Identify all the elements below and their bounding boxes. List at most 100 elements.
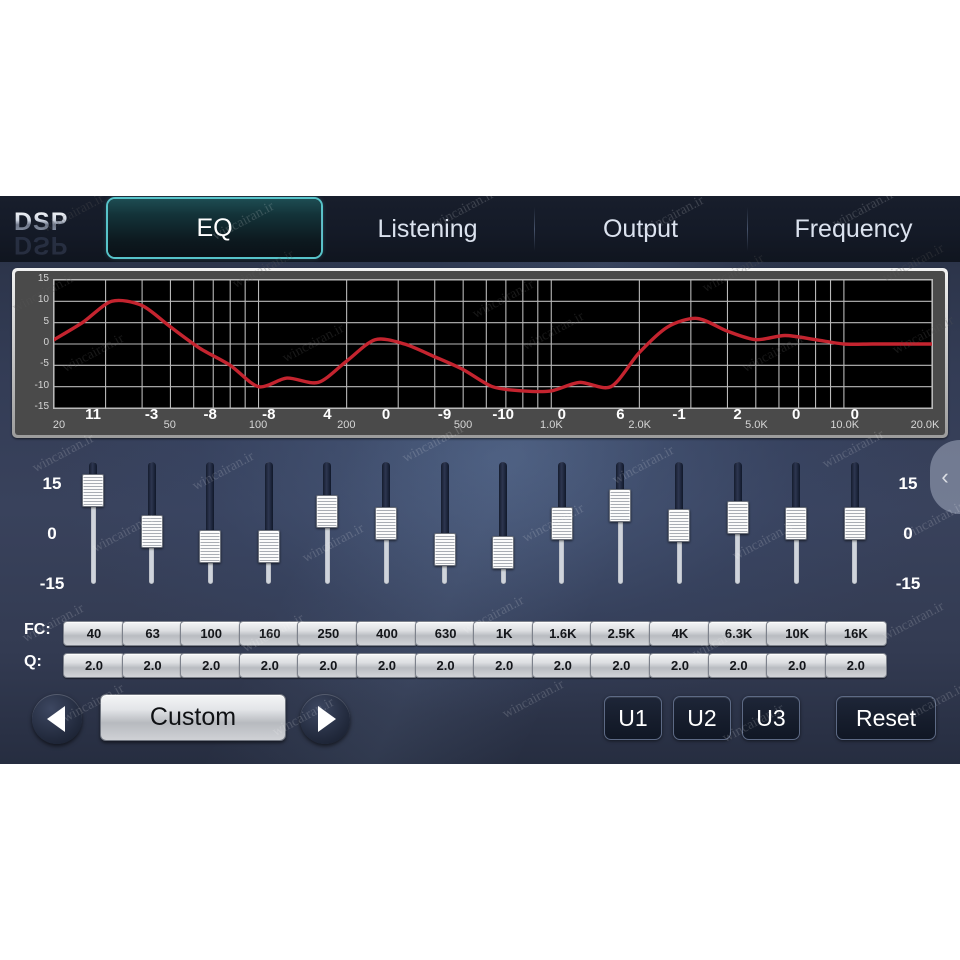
q-row-label: Q: <box>24 653 42 670</box>
fc-cell[interactable]: 250 <box>297 621 360 646</box>
tab-eq[interactable]: EQ <box>108 199 321 257</box>
eq-slider-thumb[interactable] <box>433 533 456 567</box>
eq-slider-thumb[interactable] <box>375 506 397 540</box>
eq-slider-band-4[interactable]: -8 <box>240 406 298 606</box>
fc-cell-value: 63 <box>145 626 160 641</box>
fc-cell[interactable]: 4K <box>649 621 711 646</box>
eq-slider-band-2[interactable]: -3 <box>123 406 181 606</box>
eq-slider-band-10[interactable]: 6 <box>591 406 649 606</box>
q-cell-value: 2.0 <box>846 658 865 673</box>
eq-slider-band-12[interactable]: 2 <box>709 406 767 606</box>
eq-slider-band-13[interactable]: 0 <box>767 406 825 606</box>
bottom-bar: Custom U1 U2 U3 Reset <box>0 688 960 764</box>
q-cell[interactable]: 2.0 <box>356 653 418 678</box>
eq-slider-band-6[interactable]: 0 <box>357 406 415 606</box>
graph-y-tick: -10 <box>34 379 49 391</box>
scale-right-mid: 0 <box>903 524 913 543</box>
fc-cell-value: 630 <box>434 626 457 641</box>
eq-slider-thumb[interactable] <box>668 509 690 543</box>
eq-slider-thumb[interactable] <box>550 506 573 540</box>
eq-slider-thumb[interactable] <box>726 500 749 534</box>
fc-cell-value: 250 <box>317 626 340 641</box>
fc-cell-value: 160 <box>258 626 281 641</box>
dsp-app-window: DSP DSP EQ Listening Output Frequency 15… <box>0 196 960 764</box>
eq-slider-thumb[interactable] <box>785 506 808 540</box>
eq-slider-band-5[interactable]: 4 <box>298 406 356 606</box>
tab-output[interactable]: Output <box>534 196 747 262</box>
q-cell-value: 2.0 <box>84 658 104 673</box>
eq-curve <box>54 280 932 408</box>
eq-slider-band-14[interactable]: 0 <box>826 406 884 606</box>
eq-slider-thumb[interactable] <box>257 530 280 564</box>
fc-cell[interactable]: 1.6K <box>531 621 594 646</box>
eq-slider-thumb[interactable] <box>609 488 632 522</box>
preset-name-button[interactable]: Custom <box>100 694 286 741</box>
fc-cell[interactable]: 6.3K <box>707 621 770 646</box>
graph-y-tick: 5 <box>43 315 49 327</box>
eq-slider-band-1[interactable]: 11 <box>64 406 122 606</box>
fc-cell[interactable]: 630 <box>414 621 477 646</box>
scale-right-top: 15 <box>898 474 918 493</box>
user-preset-u3-label: U3 <box>756 704 786 731</box>
eq-slider-value: -3 <box>144 406 159 423</box>
fc-cell[interactable]: 63 <box>121 621 184 646</box>
fc-cell[interactable]: 400 <box>356 621 418 646</box>
eq-slider-thumb[interactable] <box>140 515 163 549</box>
eq-slider-value: 6 <box>616 406 625 423</box>
eq-slider-thumb[interactable] <box>492 536 515 570</box>
q-cell[interactable]: 2.0 <box>121 653 184 678</box>
eq-slider-value: -8 <box>203 406 217 423</box>
eq-slider-band-8[interactable]: -10 <box>474 406 532 606</box>
eq-slider-value: -1 <box>672 406 686 423</box>
q-cell-value: 2.0 <box>612 658 631 673</box>
preset-prev-button[interactable] <box>32 694 82 744</box>
q-cell[interactable]: 2.0 <box>590 653 653 678</box>
eq-slider-thumb[interactable] <box>82 473 104 507</box>
triangle-left-icon <box>46 706 65 732</box>
reset-button[interactable]: Reset <box>836 696 936 740</box>
triangle-right-icon <box>317 706 336 732</box>
reset-button-label: Reset <box>855 704 917 731</box>
q-cell-value: 2.0 <box>553 658 572 673</box>
eq-slider-thumb[interactable] <box>316 494 339 528</box>
tab-listening[interactable]: Listening <box>321 196 534 262</box>
q-cell[interactable]: 2.0 <box>707 653 770 678</box>
q-cell[interactable]: 2.0 <box>473 653 536 678</box>
tab-eq-label: EQ <box>196 213 233 242</box>
fc-cell-value: 100 <box>200 626 223 641</box>
tab-frequency[interactable]: Frequency <box>747 196 960 262</box>
fc-cell[interactable]: 16K <box>824 621 887 646</box>
graph-y-tick: -15 <box>34 401 49 412</box>
q-cell[interactable]: 2.0 <box>531 653 594 678</box>
user-preset-u3-button[interactable]: U3 <box>742 696 800 740</box>
user-preset-u1-button[interactable]: U1 <box>604 696 662 740</box>
eq-slider-thumb[interactable] <box>843 506 866 540</box>
q-cell-value: 2.0 <box>377 658 397 673</box>
dsp-logo-reflection: DSP <box>14 231 69 259</box>
user-preset-u2-label: U2 <box>687 704 717 731</box>
screenshot-canvas: DSP DSP EQ Listening Output Frequency 15… <box>0 0 960 960</box>
q-cell[interactable]: 2.0 <box>238 653 301 678</box>
q-cell[interactable]: 2.0 <box>297 653 360 678</box>
fc-cell[interactable]: 40 <box>63 621 125 646</box>
user-preset-u2-button[interactable]: U2 <box>673 696 731 740</box>
q-cell[interactable]: 2.0 <box>63 653 125 678</box>
fc-cell[interactable]: 1K <box>473 621 536 646</box>
eq-slider-band-3[interactable]: -8 <box>181 406 239 606</box>
fc-cell[interactable]: 160 <box>238 621 301 646</box>
eq-slider-band-9[interactable]: 0 <box>533 406 591 606</box>
preset-next-button[interactable] <box>300 694 350 744</box>
q-cell[interactable]: 2.0 <box>180 653 243 678</box>
q-cell[interactable]: 2.0 <box>824 653 887 678</box>
q-cell[interactable]: 2.0 <box>649 653 711 678</box>
q-cell[interactable]: 2.0 <box>766 653 829 678</box>
eq-slider-thumb[interactable] <box>199 530 222 564</box>
eq-slider-band-11[interactable]: -1 <box>650 406 708 606</box>
graph-y-tick: 10 <box>37 294 49 306</box>
q-cell[interactable]: 2.0 <box>414 653 477 678</box>
fc-cell[interactable]: 2.5K <box>590 621 653 646</box>
fc-cell[interactable]: 10K <box>766 621 829 646</box>
fc-cell[interactable]: 100 <box>180 621 243 646</box>
graph-y-tick: 15 <box>37 273 49 284</box>
eq-slider-band-7[interactable]: -9 <box>416 406 474 606</box>
